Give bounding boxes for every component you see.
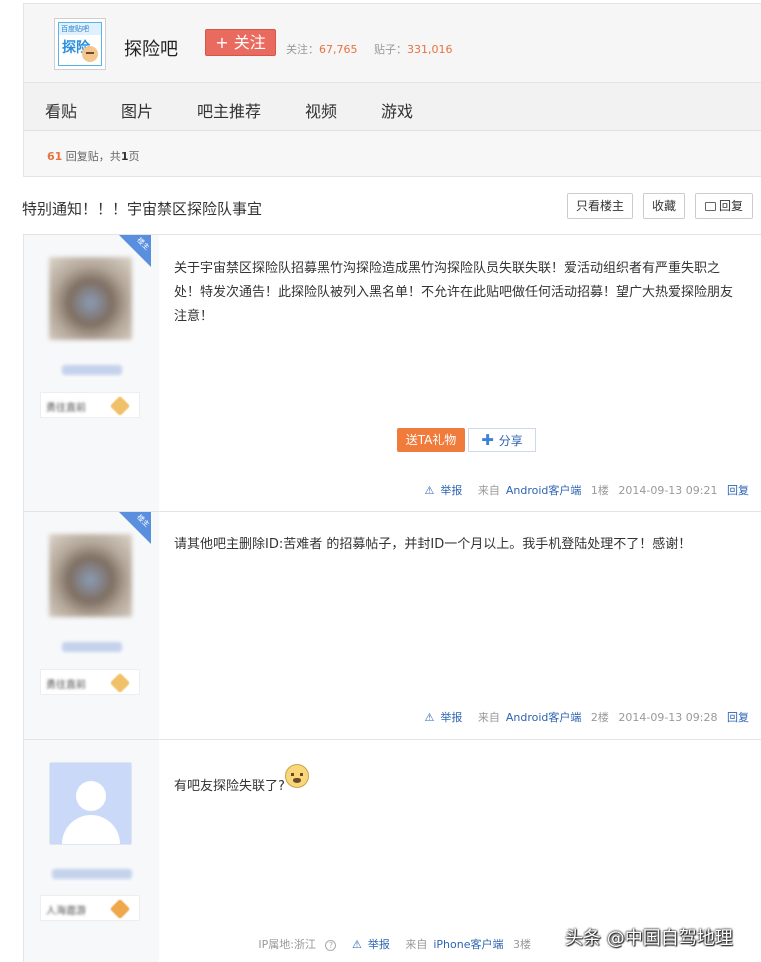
level-icon: [109, 395, 131, 417]
follow-stat: 关注：67,765: [286, 41, 358, 57]
only-op-button[interactable]: 只看楼主: [567, 193, 633, 219]
scared-face-icon: [284, 764, 309, 788]
forum-logo[interactable]: 百度贴吧 探险: [54, 18, 106, 70]
post-time: 2014-09-13 09:21: [618, 484, 718, 497]
level-icon: [109, 898, 131, 920]
post-author-panel: 人海遨游: [23, 740, 159, 962]
post-meta: IP属地:浙江 ? ⚠ 举报 来自 iPhone客户端 3楼: [252, 936, 531, 952]
client-name[interactable]: Android客户端: [506, 711, 582, 724]
avatar-head-shape: [76, 781, 106, 811]
posts-stat-label: 贴子：: [374, 43, 407, 56]
level-title: 勇往直前: [46, 403, 86, 414]
plus-icon: ✚: [481, 431, 494, 449]
client-source: 来自 Android客户端: [472, 711, 582, 724]
warning-icon: ⚠: [424, 711, 435, 724]
collect-button[interactable]: 收藏: [643, 193, 685, 219]
warning-icon: ⚠: [351, 938, 362, 951]
nav-item-games[interactable]: 游戏: [381, 98, 413, 122]
reply-button[interactable]: 回复: [695, 193, 753, 219]
nav-item-images[interactable]: 图片: [121, 98, 153, 122]
share-button-label: 分享: [498, 434, 523, 448]
post-content: 有吧友探险失联了?: [174, 764, 744, 799]
report-label: 举报: [440, 484, 463, 497]
username-blurred[interactable]: [62, 365, 122, 375]
logo-top-text: 百度贴吧: [61, 25, 89, 33]
report-label: 举报: [440, 711, 463, 724]
post-floor-1: 勇往直前 楼主 关于宇宙禁区探险队招募黑竹沟探险造成黑竹沟探险队员失联失联！爱活…: [23, 234, 761, 511]
reply-button-label: 回复: [718, 199, 743, 213]
client-prefix: 来自: [477, 484, 500, 497]
posts-stat-value: 331,016: [407, 43, 453, 56]
post-content: 关于宇宙禁区探险队招募黑竹沟探险造成黑竹沟探险队员失联失联！爱活动组织者有严重失…: [174, 261, 734, 324]
post-floor-2: 勇往直前 楼主 请其他吧主删除ID:苦难者 的招募帖子，并封ID一个月以上。我手…: [23, 511, 761, 739]
client-prefix: 来自: [477, 711, 500, 724]
level-title: 人海遨游: [46, 906, 86, 917]
username-blurred[interactable]: [62, 642, 122, 652]
thread-title: 特别通知！！！宇宙禁区探险队事宜: [22, 200, 263, 218]
reply-count-text: 61 回复贴，共1页: [47, 148, 139, 164]
nav-item-threads[interactable]: 看贴: [45, 98, 77, 122]
post-text: 有吧友探险失联了?: [174, 779, 285, 794]
forum-logo-image: 百度贴吧 探险: [58, 22, 102, 66]
help-icon[interactable]: ?: [325, 940, 337, 951]
floor-number: 3楼: [513, 938, 531, 951]
reply-count-end: 页: [128, 150, 140, 163]
post-meta: ⚠ 举报 来自 Android客户端 1楼 2014-09-13 09:21 回复: [412, 482, 749, 498]
user-level-badge: 勇往直前: [40, 392, 140, 418]
nav-item-featured[interactable]: 吧主推荐: [197, 98, 261, 122]
watermark-text: 头条 @中国自驾地理: [565, 928, 733, 949]
forum-name[interactable]: 探险吧: [124, 35, 178, 61]
forum-nav: 看贴 图片 吧主推荐 视频 游戏: [23, 83, 761, 131]
client-source: 来自 Android客户端: [472, 484, 582, 497]
level-title: 勇往直前: [46, 680, 86, 691]
report-link[interactable]: ⚠ 举报: [418, 484, 462, 497]
warning-icon: ⚠: [424, 484, 435, 497]
reply-count-mid: 回复贴，共: [62, 150, 121, 163]
thread-title-row: 特别通知！！！宇宙禁区探险队事宜 只看楼主 收藏 回复: [0, 186, 761, 226]
post-reply-link[interactable]: 回复: [727, 711, 749, 724]
reply-count: 61: [47, 150, 63, 163]
report-label: 举报: [367, 938, 390, 951]
floor-number: 2楼: [590, 711, 609, 724]
post-content: 请其他吧主删除ID:苦难者 的招募帖子，并封ID一个月以上。我手机登陆处理不了！…: [174, 537, 692, 552]
post-time: 2014-09-13 09:28: [618, 711, 718, 724]
post-reply-link[interactable]: 回复: [727, 484, 749, 497]
user-level-badge: 勇往直前: [40, 669, 140, 695]
user-level-badge: 人海遨游: [40, 895, 140, 921]
reply-count-bar: 61 回复贴，共1页: [23, 131, 761, 177]
level-icon: [109, 672, 131, 694]
client-prefix: 来自: [405, 938, 428, 951]
posts-stat: 贴子：331,016: [374, 41, 453, 57]
nav-item-videos[interactable]: 视频: [305, 98, 337, 122]
avatar[interactable]: [49, 257, 132, 340]
avatar-body-shape: [62, 815, 120, 844]
report-link[interactable]: ⚠ 举报: [346, 938, 390, 951]
report-link[interactable]: ⚠ 举报: [418, 711, 462, 724]
client-name[interactable]: Android客户端: [506, 484, 582, 497]
send-gift-button[interactable]: 送TA礼物: [397, 428, 465, 452]
client-source: 来自 iPhone客户端: [399, 938, 503, 951]
post-author-panel: 勇往直前 楼主: [23, 512, 159, 739]
floor-number: 1楼: [590, 484, 609, 497]
avatar[interactable]: [49, 534, 132, 617]
follow-stat-value: 67,765: [319, 43, 358, 56]
ip-location: IP属地:浙江: [258, 938, 316, 951]
follow-button[interactable]: + 关注: [205, 29, 276, 56]
client-name[interactable]: iPhone客户端: [433, 938, 503, 951]
logo-mascot-icon: [82, 46, 98, 62]
comment-icon: [704, 202, 716, 211]
default-avatar[interactable]: [49, 762, 132, 845]
post-author-panel: 勇往直前 楼主: [23, 235, 159, 511]
share-button[interactable]: ✚ 分享: [468, 428, 536, 452]
post-meta: ⚠ 举报 来自 Android客户端 2楼 2014-09-13 09:28 回复: [412, 709, 749, 725]
username-blurred[interactable]: [52, 869, 132, 879]
follow-stat-label: 关注：: [286, 43, 319, 56]
forum-header: 百度贴吧 探险 探险吧 + 关注 关注：67,765 贴子：331,016: [23, 3, 761, 83]
